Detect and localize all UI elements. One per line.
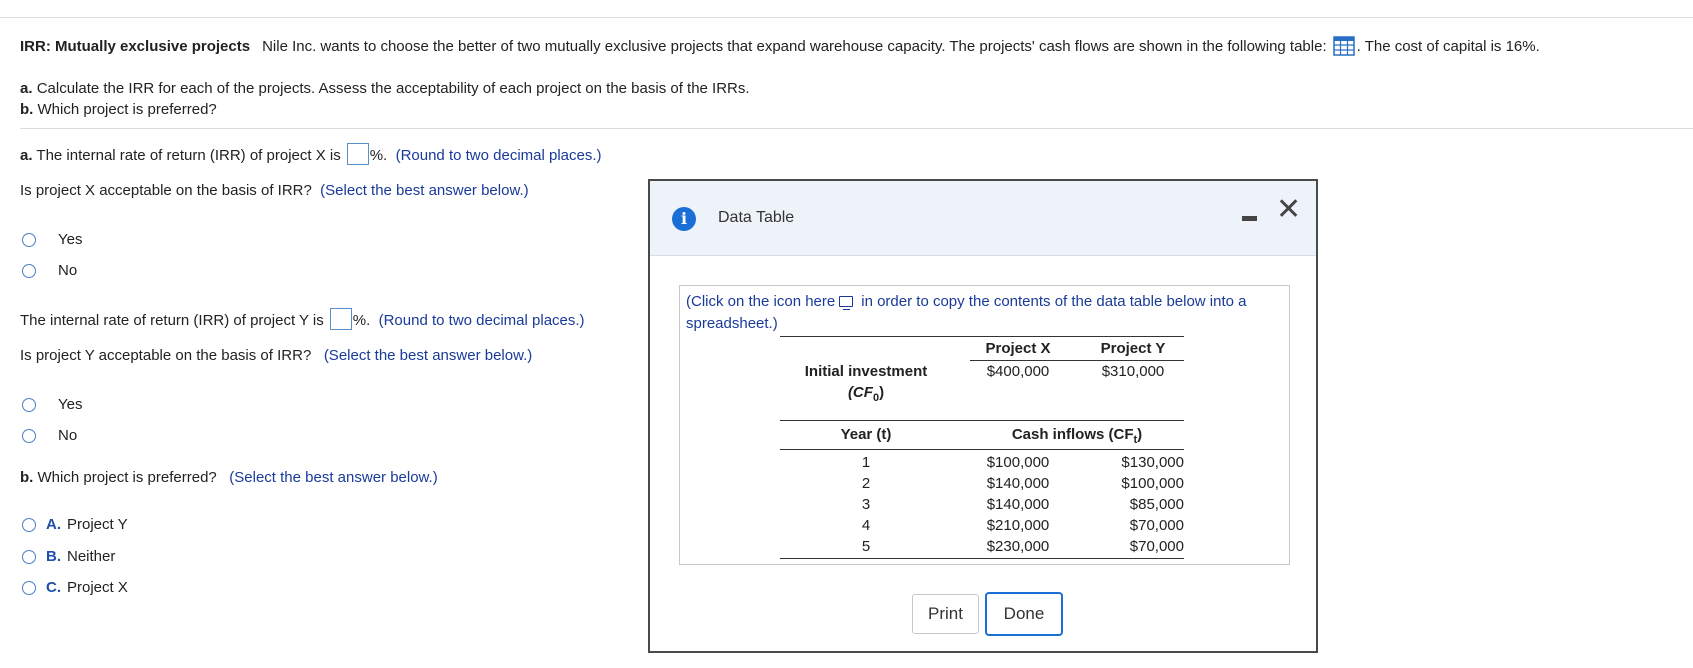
copy-text-start: (Click on the icon here: [686, 293, 836, 310]
cf0-close: ): [879, 384, 885, 401]
option-b-label[interactable]: B. Neither: [46, 548, 115, 565]
header-rule: [970, 360, 1184, 361]
option-c-text: Project X: [67, 579, 128, 596]
table-bottom-rule: [780, 558, 1184, 559]
project-y-cell: $100,000: [1121, 475, 1184, 492]
irr-y-question: The internal rate of return (IRR) of pro…: [20, 308, 585, 330]
irr-y-input[interactable]: [329, 308, 352, 330]
project-y-cell: $70,000: [1129, 538, 1184, 555]
option-b-text: Neither: [67, 548, 116, 565]
select-note: (Select the best answer below.): [323, 347, 533, 364]
round-note: (Round to two decimal places.): [378, 312, 585, 329]
initial-y-value: $310,000: [1101, 363, 1165, 380]
irr-x-question: a. The internal rate of return (IRR) of …: [20, 143, 602, 165]
irr-x-label: The internal rate of return (IRR) of pro…: [36, 147, 341, 164]
radio-x-no[interactable]: [22, 264, 36, 278]
accept-x-question: Is project X acceptable on the basis of …: [20, 182, 529, 199]
part-b-label: Which project is preferred?: [37, 469, 217, 486]
dialog-header: i Data Table ✕: [650, 181, 1316, 256]
cash-inflows-close: ): [1137, 426, 1143, 443]
option-x-yes-label[interactable]: Yes: [58, 231, 82, 248]
percent-sign: %.: [352, 312, 371, 329]
problem-text: Nile Inc. wants to choose the better of …: [262, 38, 1327, 55]
option-x-no-label[interactable]: No: [58, 262, 77, 279]
radio-b-option-a[interactable]: [22, 518, 36, 532]
year-header: Year (t): [840, 426, 892, 443]
cash-inflows-text: Cash inflows (CF: [1011, 426, 1134, 443]
option-a-label[interactable]: A. Project Y: [46, 516, 128, 533]
col-header-project-y: Project Y: [1100, 340, 1166, 357]
minimize-icon[interactable]: [1242, 216, 1257, 221]
initial-x-value: $400,000: [986, 363, 1050, 380]
table-top-rule: [780, 336, 1184, 337]
select-note: (Select the best answer below.): [229, 469, 438, 486]
part-b-letter: b.: [20, 469, 34, 486]
data-table-icon[interactable]: [1332, 36, 1355, 56]
radio-y-yes[interactable]: [22, 398, 36, 412]
top-divider: [0, 17, 1693, 18]
option-c-letter: C.: [46, 579, 61, 596]
radio-x-yes[interactable]: [22, 233, 36, 247]
cf0-text: (CF: [847, 384, 873, 401]
cash-inflows-header: Cash inflows (CFt): [970, 426, 1184, 446]
option-y-yes-label[interactable]: Yes: [58, 396, 82, 413]
accept-y-question: Is project Y acceptable on the basis of …: [20, 347, 532, 364]
year-cell: 1: [861, 454, 871, 471]
project-y-cell: $130,000: [1121, 454, 1184, 471]
project-x-cell: $210,000: [986, 517, 1050, 534]
radio-y-no[interactable]: [22, 429, 36, 443]
radio-b-option-b[interactable]: [22, 550, 36, 564]
project-x-cell: $230,000: [986, 538, 1050, 555]
accept-y-label: Is project Y acceptable on the basis of …: [20, 347, 312, 364]
accept-x-label: Is project X acceptable on the basis of …: [20, 182, 312, 199]
initial-investment-label: Initial investment: [804, 363, 928, 380]
problem-title: IRR: Mutually exclusive projects: [20, 38, 251, 55]
section-divider: [20, 128, 1693, 129]
year-rule: [780, 449, 1184, 450]
done-button[interactable]: Done: [985, 592, 1063, 636]
initial-rule: [780, 420, 1184, 421]
round-note: (Round to two decimal places.): [395, 147, 602, 164]
problem-header: IRR: Mutually exclusive projects Nile Inc…: [20, 36, 1540, 56]
irr-x-input[interactable]: [346, 143, 369, 165]
project-x-cell: $140,000: [986, 496, 1050, 513]
copy-instructions: (Click on the icon here in order to copy …: [686, 291, 1281, 335]
info-icon: i: [672, 207, 696, 231]
option-a-text: Project Y: [67, 516, 128, 533]
instruction-a: a. Calculate the IRR for each of the pro…: [20, 80, 750, 97]
cost-of-capital-text: . The cost of capital is 16%.: [1356, 38, 1540, 55]
select-note: (Select the best answer below.): [320, 182, 529, 199]
cf0-label: (CF0): [780, 384, 952, 404]
instruction-b: b. Which project is preferred?: [20, 101, 217, 118]
data-table-container: (Click on the icon here in order to copy …: [679, 285, 1290, 565]
project-x-cell: $100,000: [986, 454, 1050, 471]
project-x-cell: $140,000: [986, 475, 1050, 492]
col-header-project-x: Project X: [985, 340, 1051, 357]
instruction-b-text: Which project is preferred?: [37, 101, 217, 118]
year-cell: 2: [861, 475, 871, 492]
project-y-cell: $85,000: [1129, 496, 1184, 513]
option-b-letter: B.: [46, 548, 61, 565]
part-b-question: b. Which project is preferred? (Select t…: [20, 469, 438, 486]
year-cell: 5: [861, 538, 871, 555]
irr-y-label: The internal rate of return (IRR) of pro…: [20, 312, 324, 329]
print-button[interactable]: Print: [912, 594, 979, 634]
instruction-a-letter: a.: [20, 80, 33, 97]
radio-b-option-c[interactable]: [22, 581, 36, 595]
part-a-letter: a.: [20, 147, 33, 164]
option-y-no-label[interactable]: No: [58, 427, 77, 444]
option-c-label[interactable]: C. Project X: [46, 579, 128, 596]
copy-icon[interactable]: [839, 296, 854, 310]
percent-sign: %.: [369, 147, 388, 164]
close-icon[interactable]: ✕: [1276, 195, 1301, 225]
instruction-a-text: Calculate the IRR for each of the projec…: [36, 80, 750, 97]
project-y-cell: $70,000: [1129, 517, 1184, 534]
option-a-letter: A.: [46, 516, 61, 533]
instruction-b-letter: b.: [20, 101, 34, 118]
year-cell: 4: [861, 517, 871, 534]
data-table-dialog: i Data Table ✕ (Click on the icon here in…: [648, 179, 1318, 653]
dialog-title: Data Table: [718, 209, 795, 226]
year-cell: 3: [861, 496, 871, 513]
